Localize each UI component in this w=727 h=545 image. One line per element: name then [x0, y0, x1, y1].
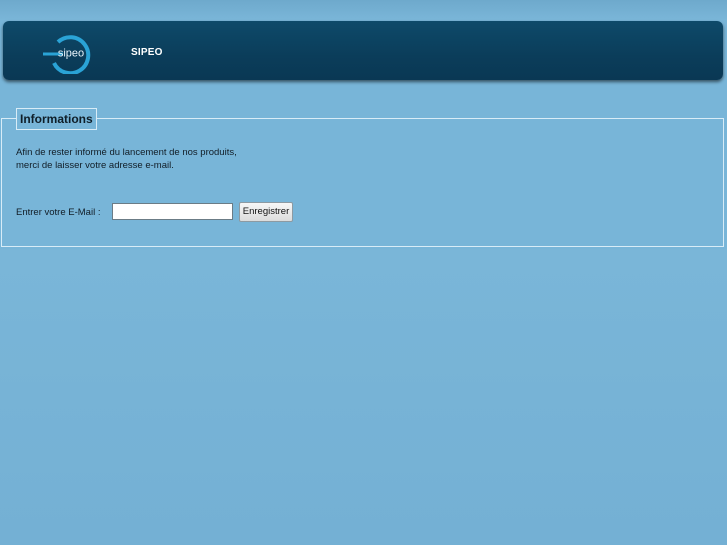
- info-fieldset: [1, 118, 724, 247]
- logo-text: sipeo: [58, 48, 84, 60]
- submit-button[interactable]: Enregistrer: [239, 202, 293, 222]
- fieldset-legend: Informations: [16, 108, 97, 130]
- site-brand: SIPEO: [131, 47, 163, 58]
- sipeo-logo[interactable]: sipeo: [40, 32, 100, 76]
- info-message: Afin de rester informé du lancement de n…: [16, 146, 237, 172]
- email-label: Entrer votre E-Mail :: [16, 207, 101, 218]
- info-line-2: merci de laisser votre adresse e-mail.: [16, 160, 174, 171]
- top-strip: [0, 0, 727, 20]
- site-header: sipeo SIPEO: [3, 21, 723, 80]
- page-background: [0, 249, 727, 545]
- sipeo-logo-icon: sipeo: [43, 35, 91, 76]
- info-line-1: Afin de rester informé du lancement de n…: [16, 147, 237, 158]
- email-input[interactable]: [112, 203, 233, 220]
